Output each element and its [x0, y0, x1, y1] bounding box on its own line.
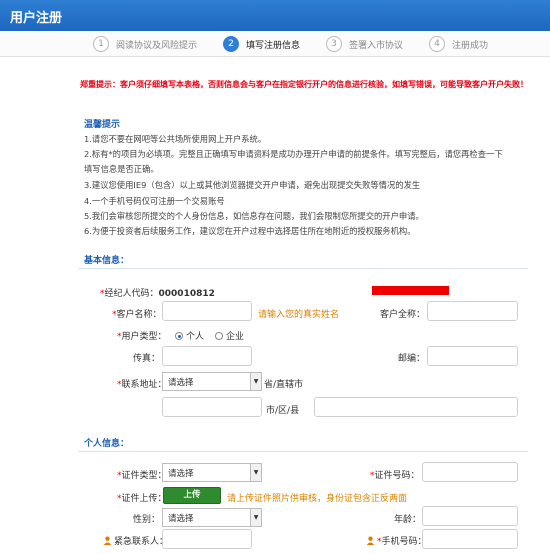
step-number: 1 [93, 36, 109, 52]
fullname-label: 客户全称： [380, 310, 426, 320]
tip-item: 1.请您不要在网吧等公共场所使用网上开户系统。 [84, 134, 267, 144]
step-number: 3 [326, 36, 342, 52]
fax-label: 传真： [133, 354, 161, 364]
basic-info-title: 基本信息： [84, 256, 130, 266]
step-label: 签署入市协议 [349, 40, 404, 51]
step-2: 2 填写注册信息 [223, 35, 300, 53]
gender-label: 性别： [133, 515, 161, 525]
id-number-label: *证件号码： [370, 471, 420, 481]
warning-notice: 郑重提示：客户须仔细填写本表格，否则信息会与客户在指定银行开户的信息进行核验，如… [80, 80, 528, 89]
tip-item: 4.一个手机号码仅可注册一个交易账号 [84, 196, 225, 206]
user-type-personal[interactable]: 个人 [175, 329, 204, 342]
progress-steps: 1 阅读协议及风险提示 2 填写注册信息 3 签署入市协议 4 注册成功 [0, 31, 550, 57]
upload-label: *证件上传： [117, 494, 167, 504]
broker-code-label: *经纪人代码：000010812 [100, 289, 215, 299]
personal-info-title: 个人信息： [84, 439, 130, 449]
title-bar: 用户注册 [0, 0, 550, 31]
address-label: *联系地址： [117, 380, 167, 390]
person-icon [103, 536, 112, 545]
step-label: 填写注册信息 [246, 40, 301, 51]
phone-input[interactable] [422, 529, 518, 549]
person-icon [366, 536, 375, 545]
tip-item: 填写信息是否正确。 [84, 164, 159, 174]
tip-item: 2.标有*的项目为必填项。完整且正确填写申请资料是成功办理开户申请的前提条件。填… [84, 149, 503, 159]
city-suffix: 市/区/县 [266, 406, 300, 416]
page-title: 用户注册 [10, 11, 63, 26]
dropdown-arrow-icon[interactable]: ▼ [250, 509, 261, 526]
section-divider [78, 451, 528, 452]
id-type-label: *证件类型： [117, 471, 167, 481]
dropdown-arrow-icon[interactable]: ▼ [250, 464, 261, 481]
emergency-contact-label: 紧急联系人： [103, 534, 168, 547]
step-4: 4 注册成功 [429, 35, 488, 53]
radio-personal-icon[interactable] [175, 332, 183, 340]
fax-input[interactable] [162, 346, 252, 366]
upload-button[interactable]: 上传 [163, 487, 221, 504]
section-divider [78, 268, 528, 269]
tips-title: 温馨提示 [84, 120, 121, 130]
zip-input[interactable] [427, 346, 518, 366]
customer-name-input[interactable] [162, 301, 252, 321]
dropdown-arrow-icon[interactable]: ▼ [250, 373, 261, 390]
tip-item: 5.我们会审核您所提交的个人身份信息，如信息存在问题，我们会限制您所提交的开户申… [84, 211, 424, 221]
age-input[interactable] [422, 506, 518, 526]
zip-label: 邮编： [398, 354, 426, 364]
step-label: 注册成功 [452, 40, 489, 51]
step-3: 3 签署入市协议 [326, 35, 403, 53]
customer-name-label: *客户名称： [112, 310, 162, 320]
radio-company-icon[interactable] [215, 332, 223, 340]
province-select[interactable]: 请选择 ▼ [162, 372, 262, 391]
step-number: 4 [429, 36, 445, 52]
user-type-label: *用户类型： [117, 332, 167, 342]
step-1: 1 阅读协议及风险提示 [93, 35, 197, 53]
tip-item: 3.建议您使用IE9（包含）以上或其他浏览器提交开户申请，避免出现提交失败等情况… [84, 180, 421, 190]
street-address-input[interactable] [314, 397, 518, 417]
age-label: 年龄： [394, 515, 422, 525]
user-type-company[interactable]: 企业 [215, 329, 244, 342]
city-input[interactable] [162, 397, 262, 417]
province-suffix: 省/直辖市 [264, 380, 304, 390]
emergency-contact-input[interactable] [162, 529, 252, 549]
broker-code-value: 000010812 [158, 289, 215, 299]
gender-select[interactable]: 请选择 ▼ [162, 508, 262, 527]
step-label: 阅读协议及风险提示 [116, 40, 198, 51]
name-hint: 请输入您的真实姓名 [258, 310, 340, 320]
id-number-input[interactable] [422, 462, 518, 482]
redacted-mark [372, 286, 449, 295]
fullname-input[interactable] [427, 301, 518, 321]
tip-item: 6.为便于投资者后续服务工作，建议您在开户过程中选择居住所在地附近的授权服务机构… [84, 226, 416, 236]
step-number: 2 [223, 36, 239, 52]
id-type-select[interactable]: 请选择 ▼ [162, 463, 262, 482]
upload-hint: 请上传证件照片供审核，身份证包含正反两面 [227, 494, 408, 504]
phone-label: *手机号码： [366, 534, 427, 547]
